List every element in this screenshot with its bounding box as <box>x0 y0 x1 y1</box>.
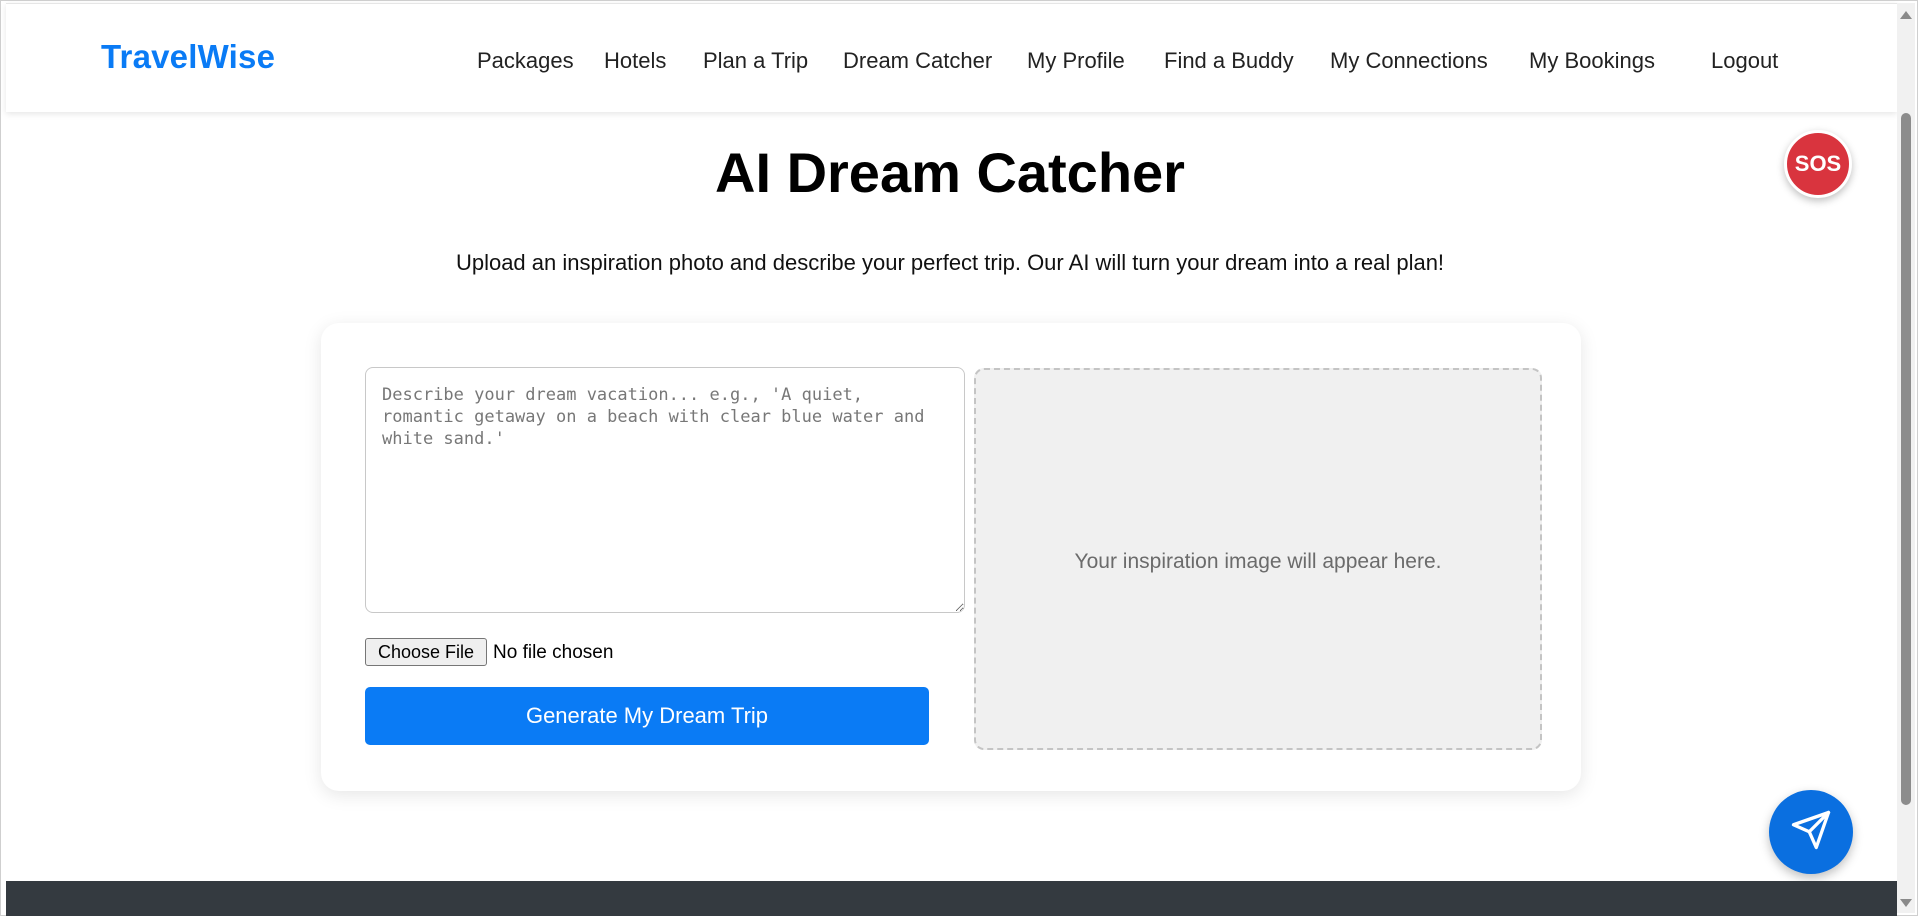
nav-link-hotels[interactable]: Hotels <box>604 48 666 74</box>
scroll-down-arrow-icon[interactable] <box>1900 899 1912 907</box>
page-subtitle: Upload an inspiration photo and describe… <box>455 250 1445 275</box>
nav-link-find-a-buddy[interactable]: Find a Buddy <box>1164 48 1294 74</box>
scrollbar-thumb[interactable] <box>1901 113 1911 805</box>
paper-plane-icon <box>1790 809 1832 856</box>
inspiration-image-preview: Your inspiration image will appear here. <box>974 368 1542 750</box>
nav-links: Packages Hotels Plan a Trip Dream Catche… <box>6 48 1897 78</box>
dream-form-card: Choose File No file chosen Generate My D… <box>321 323 1581 791</box>
nav-link-dream-catcher[interactable]: Dream Catcher <box>843 48 992 74</box>
file-status-text: No file chosen <box>493 642 614 663</box>
nav-link-packages[interactable]: Packages <box>477 48 574 74</box>
page-title: AI Dream Catcher <box>715 141 1185 204</box>
choose-file-button[interactable]: Choose File <box>365 638 487 666</box>
send-chat-button[interactable] <box>1769 790 1853 874</box>
nav-link-logout[interactable]: Logout <box>1711 48 1778 74</box>
generate-dream-trip-button[interactable]: Generate My Dream Trip <box>365 687 929 745</box>
nav-link-my-profile[interactable]: My Profile <box>1027 48 1125 74</box>
nav-link-plan-a-trip[interactable]: Plan a Trip <box>703 48 808 74</box>
scroll-up-arrow-icon[interactable] <box>1900 11 1912 19</box>
dream-description-input[interactable] <box>365 367 965 613</box>
nav-link-my-connections[interactable]: My Connections <box>1330 48 1488 74</box>
sos-button[interactable]: SOS <box>1784 130 1852 198</box>
preview-placeholder-text: Your inspiration image will appear here. <box>1074 550 1442 573</box>
page-scrollbar[interactable] <box>1897 3 1915 913</box>
nav-link-my-bookings[interactable]: My Bookings <box>1529 48 1655 74</box>
page-footer <box>6 881 1897 916</box>
navbar: TravelWise Packages Hotels Plan a Trip D… <box>6 3 1897 112</box>
